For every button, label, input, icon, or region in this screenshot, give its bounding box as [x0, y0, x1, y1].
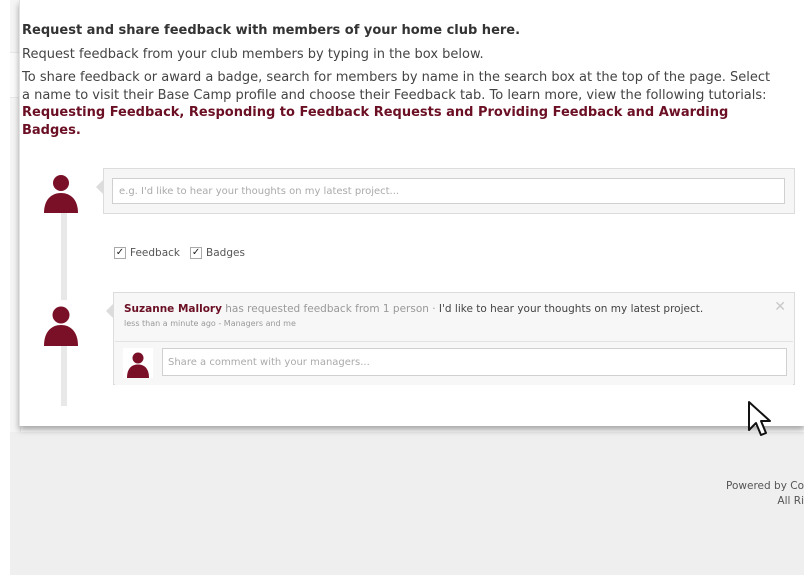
intro-heading: Request and share feedback with members … — [22, 23, 521, 38]
feed-item-message: I'd like to hear your thoughts on my lat… — [438, 303, 704, 315]
person-avatar-icon — [39, 300, 83, 346]
intro-line-2-text: To share feedback or award a badge, sear… — [22, 70, 771, 103]
request-feedback-box — [96, 168, 795, 214]
footer: Powered by Co All Ri — [726, 479, 804, 509]
badges-filter-label: Badges — [206, 247, 245, 259]
feed-item-summary: Suzanne Mallory has requested feedback f… — [124, 303, 703, 315]
feedback-filter-label: Feedback — [130, 247, 181, 259]
feed-item-meta: less than a minute ago - Managers and me — [124, 319, 296, 328]
feedback-checkbox[interactable]: ✓ — [114, 247, 126, 259]
feed-item-action: has requested feedback from 1 person · — [221, 303, 439, 315]
mouse-pointer-icon — [747, 400, 773, 444]
intro-line-2: To share feedback or award a badge, sear… — [22, 69, 782, 139]
filter-badges[interactable]: ✓ Badges — [190, 247, 245, 259]
page-lower-area — [10, 432, 804, 575]
intro-line-1: Request feedback from your club members … — [22, 46, 484, 62]
person-avatar-icon — [39, 169, 83, 213]
tutorial-links[interactable]: Requesting Feedback, Responding to Feedb… — [22, 105, 728, 138]
feed-item-pointer — [106, 303, 114, 319]
feed-filters: ✓ Feedback ✓ Badges — [114, 247, 249, 259]
close-icon[interactable]: ✕ — [774, 299, 786, 315]
filter-feedback[interactable]: ✓ Feedback — [114, 247, 180, 259]
badges-checkbox[interactable]: ✓ — [190, 247, 203, 259]
person-avatar-icon — [123, 348, 153, 378]
intro-text: Request and share feedback with members … — [22, 22, 782, 145]
comment-row — [115, 341, 793, 385]
request-box-pointer — [96, 179, 104, 195]
footer-rights: All Ri — [777, 495, 804, 507]
footer-powered-by: Powered by Co — [726, 480, 804, 492]
feed-item-author[interactable]: Suzanne Mallory — [124, 303, 222, 315]
feedback-request-item: Suzanne Mallory has requested feedback f… — [106, 292, 795, 385]
comment-input[interactable] — [162, 348, 787, 376]
request-feedback-input[interactable] — [112, 178, 785, 204]
